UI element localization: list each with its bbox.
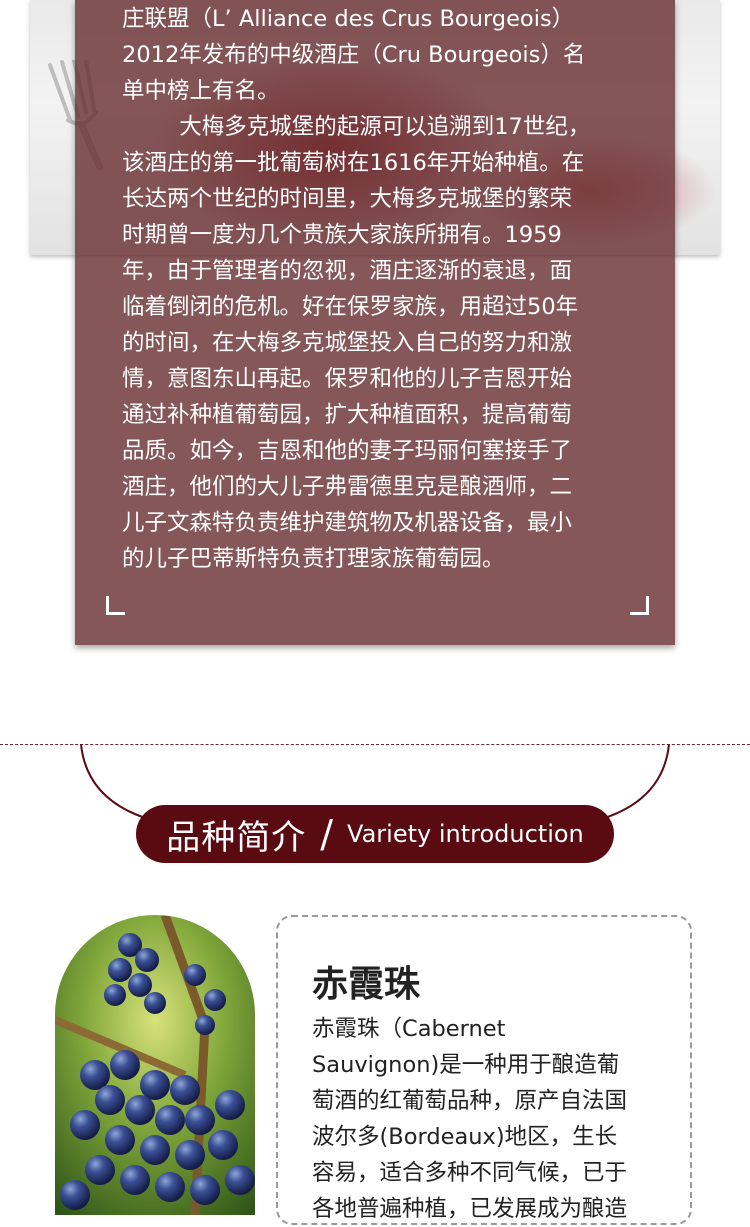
corner-bracket-right bbox=[630, 596, 649, 615]
corner-bracket-left bbox=[106, 596, 125, 615]
section-title-en: Variety introduction bbox=[347, 820, 584, 848]
section-title-separator: / bbox=[320, 812, 334, 856]
variety-description: 赤霞珠（Cabernet Sauvignon)是一种用于酿造葡 萄酒的红葡萄品种… bbox=[312, 1016, 628, 1222]
winery-history-box: 庄联盟（L’ Alliance des Crus Bourgeois） 2012… bbox=[75, 0, 675, 645]
history-paragraph-1: 庄联盟（L’ Alliance des Crus Bourgeois） 2012… bbox=[122, 6, 586, 104]
grape-photo bbox=[55, 915, 255, 1215]
history-paragraph-2: 大梅多克城堡的起源可以追溯到17世纪， 该酒庄的第一批葡萄树在1616年开始种植… bbox=[122, 114, 591, 572]
variety-card: 赤霞珠 赤霞珠（Cabernet Sauvignon)是一种用于酿造葡 萄酒的红… bbox=[276, 915, 692, 1225]
section-heading-banner: 品种简介 / Variety introduction bbox=[136, 805, 614, 863]
section-title-cn: 品种简介 bbox=[166, 817, 307, 858]
variety-name: 赤霞珠 bbox=[312, 964, 421, 1005]
